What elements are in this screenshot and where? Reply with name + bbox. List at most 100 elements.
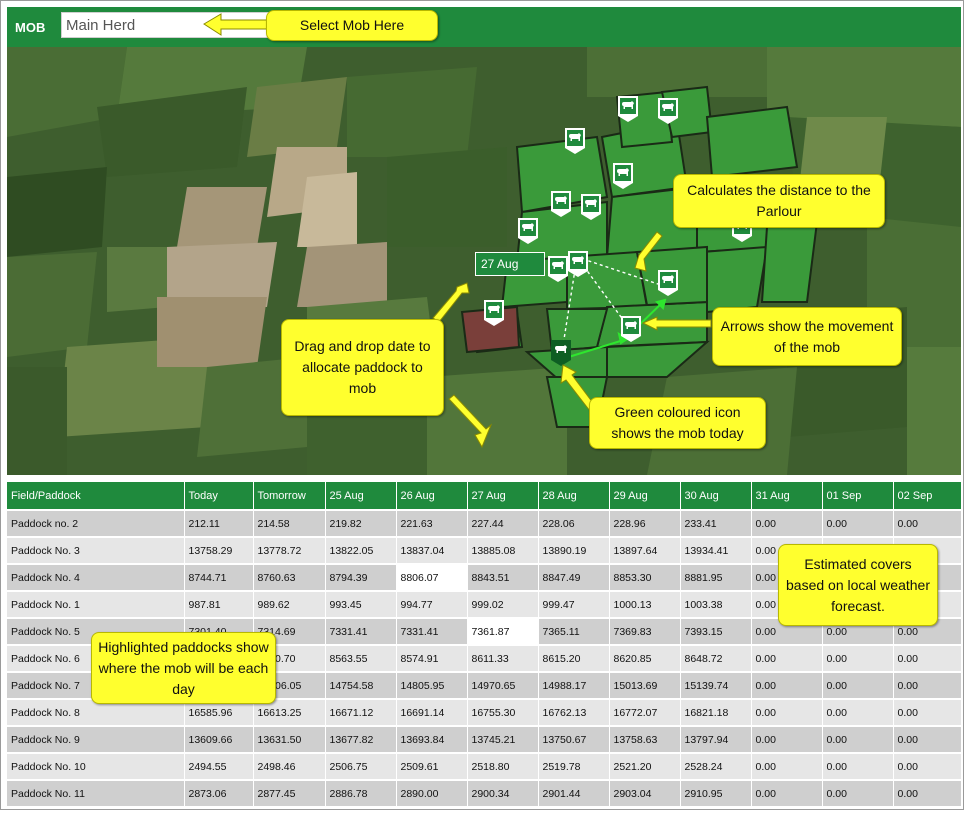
cover-cell[interactable]: 7365.11 (538, 617, 610, 645)
cover-cell[interactable]: 0.00 (751, 779, 823, 806)
cover-cell[interactable]: 13885.08 (467, 536, 539, 564)
cover-cell[interactable]: 14754.58 (325, 671, 397, 699)
cover-cell[interactable]: 0.00 (751, 752, 823, 780)
cover-cell[interactable]: 13631.50 (253, 725, 326, 753)
cover-cell[interactable]: 0.00 (893, 779, 961, 806)
cover-cell[interactable]: 0.00 (893, 644, 961, 672)
cover-cell[interactable]: 0.00 (751, 644, 823, 672)
table-row[interactable]: Paddock No. 11 2873.06 2877.45 2886.78 2890.… (7, 779, 961, 806)
cover-cell[interactable]: 2890.00 (396, 779, 468, 806)
cover-cell[interactable]: 13897.64 (609, 536, 681, 564)
cover-cell[interactable]: 0.00 (751, 671, 823, 699)
cover-cell[interactable]: 993.45 (325, 590, 397, 618)
cover-cell[interactable]: 8853.30 (609, 563, 681, 591)
cover-cell[interactable]: 0.00 (822, 644, 894, 672)
cover-cell[interactable]: 7393.15 (680, 617, 752, 645)
cover-cell[interactable]: 8620.85 (609, 644, 681, 672)
cover-cell[interactable]: 13758.63 (609, 725, 681, 753)
cover-cell[interactable]: 2877.45 (253, 779, 326, 806)
draggable-date-chip[interactable]: 27 Aug (475, 252, 545, 276)
cover-cell[interactable]: 13778.72 (253, 536, 326, 564)
cover-cell[interactable]: 8611.33 (467, 644, 539, 672)
cover-cell[interactable]: 999.02 (467, 590, 539, 618)
cover-cell[interactable]: 221.63 (396, 509, 468, 537)
cover-cell[interactable]: 999.47 (538, 590, 610, 618)
cover-cell[interactable]: 2910.95 (680, 779, 752, 806)
cover-cell[interactable]: 0.00 (822, 509, 894, 537)
cover-cell[interactable]: 7331.41 (325, 617, 397, 645)
mob-select-input[interactable] (61, 12, 271, 38)
cover-cell[interactable]: 0.00 (822, 671, 894, 699)
cover-cell[interactable]: 2521.20 (609, 752, 681, 780)
cover-cell[interactable]: 16821.18 (680, 698, 752, 726)
cover-cell[interactable]: 2494.55 (184, 752, 254, 780)
cover-cell[interactable]: 2528.24 (680, 752, 752, 780)
cover-cell[interactable]: 16762.13 (538, 698, 610, 726)
cover-cell[interactable]: 8615.20 (538, 644, 610, 672)
cover-cell[interactable]: 8744.71 (184, 563, 254, 591)
cover-cell[interactable]: 8843.51 (467, 563, 539, 591)
cover-cell[interactable]: 212.11 (184, 509, 254, 537)
cover-cell[interactable]: 16671.12 (325, 698, 397, 726)
cover-cell[interactable]: 7331.41 (396, 617, 468, 645)
cover-cell[interactable]: 8794.39 (325, 563, 397, 591)
cover-cell[interactable]: 8563.55 (325, 644, 397, 672)
cover-cell[interactable]: 13890.19 (538, 536, 610, 564)
cover-cell[interactable]: 0.00 (751, 509, 823, 537)
cover-cell[interactable]: 2901.44 (538, 779, 610, 806)
cover-cell[interactable]: 15139.74 (680, 671, 752, 699)
cover-cell[interactable]: 8806.07 (396, 563, 468, 591)
cover-cell[interactable]: 13677.82 (325, 725, 397, 753)
cover-cell[interactable]: 16772.07 (609, 698, 681, 726)
cover-cell[interactable]: 2519.78 (538, 752, 610, 780)
cover-cell[interactable]: 2886.78 (325, 779, 397, 806)
cover-cell[interactable]: 228.06 (538, 509, 610, 537)
cover-cell[interactable]: 2498.46 (253, 752, 326, 780)
cover-cell[interactable]: 15013.69 (609, 671, 681, 699)
table-row[interactable]: Paddock No. 10 2494.55 2498.46 2506.75 2509.… (7, 752, 961, 780)
cover-cell[interactable]: 2518.80 (467, 752, 539, 780)
cover-cell[interactable]: 2506.75 (325, 752, 397, 780)
farm-map[interactable]: 27 Aug (7, 47, 961, 475)
cover-cell[interactable]: 13750.67 (538, 725, 610, 753)
cover-cell[interactable]: 2900.34 (467, 779, 539, 806)
cover-cell[interactable]: 7361.87 (467, 617, 539, 645)
cover-cell[interactable]: 228.96 (609, 509, 681, 537)
cover-cell[interactable]: 219.82 (325, 509, 397, 537)
cover-cell[interactable]: 2873.06 (184, 779, 254, 806)
cover-cell[interactable]: 14805.95 (396, 671, 468, 699)
cover-cell[interactable]: 989.62 (253, 590, 326, 618)
cover-cell[interactable]: 987.81 (184, 590, 254, 618)
cover-cell[interactable]: 0.00 (893, 671, 961, 699)
cover-cell[interactable]: 233.41 (680, 509, 752, 537)
cover-cell[interactable]: 8574.91 (396, 644, 468, 672)
cover-cell[interactable]: 14988.17 (538, 671, 610, 699)
cover-cell[interactable]: 0.00 (822, 779, 894, 806)
cover-cell[interactable]: 13837.04 (396, 536, 468, 564)
cover-cell[interactable]: 0.00 (893, 725, 961, 753)
cover-cell[interactable]: 0.00 (751, 725, 823, 753)
cover-cell[interactable]: 0.00 (893, 509, 961, 537)
cover-cell[interactable]: 13693.84 (396, 725, 468, 753)
cover-cell[interactable]: 1000.13 (609, 590, 681, 618)
cover-cell[interactable]: 13797.94 (680, 725, 752, 753)
cover-cell[interactable]: 994.77 (396, 590, 468, 618)
cover-cell[interactable]: 13745.21 (467, 725, 539, 753)
cover-cell[interactable]: 0.00 (822, 698, 894, 726)
table-row[interactable]: Paddock no. 2 212.11 214.58 219.82 221.63 227… (7, 509, 961, 537)
cover-cell[interactable]: 214.58 (253, 509, 326, 537)
table-row[interactable]: Paddock No. 9 13609.66 13631.50 13677.82 136… (7, 725, 961, 753)
cover-cell[interactable]: 1003.38 (680, 590, 752, 618)
cover-cell[interactable]: 13609.66 (184, 725, 254, 753)
cover-cell[interactable]: 8881.95 (680, 563, 752, 591)
cover-cell[interactable]: 14970.65 (467, 671, 539, 699)
cover-cell[interactable]: 8847.49 (538, 563, 610, 591)
cover-cell[interactable]: 16691.14 (396, 698, 468, 726)
cover-cell[interactable]: 8760.63 (253, 563, 326, 591)
cover-cell[interactable]: 0.00 (893, 752, 961, 780)
cover-cell[interactable]: 0.00 (822, 725, 894, 753)
cover-cell[interactable]: 2509.61 (396, 752, 468, 780)
cover-cell[interactable]: 8648.72 (680, 644, 752, 672)
cover-cell[interactable]: 0.00 (751, 698, 823, 726)
cover-cell[interactable]: 13822.05 (325, 536, 397, 564)
